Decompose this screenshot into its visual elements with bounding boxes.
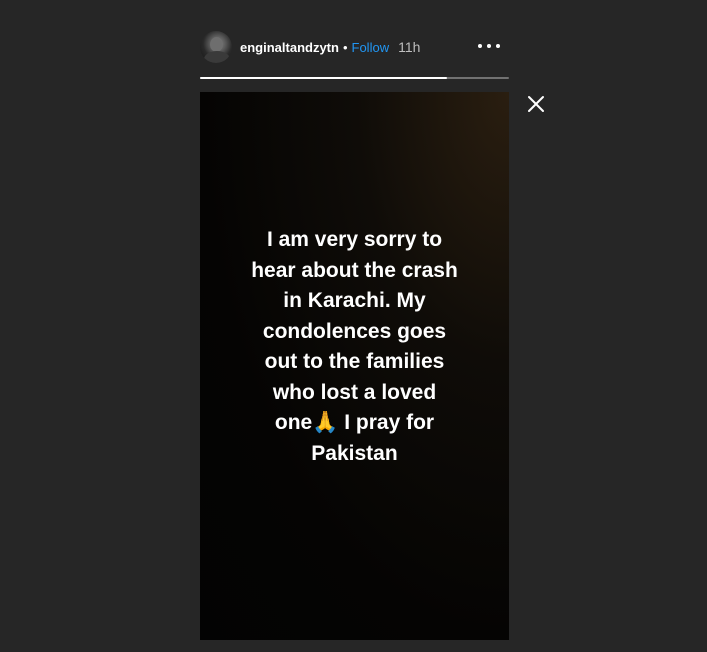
close-icon[interactable] xyxy=(527,95,545,113)
username-link[interactable]: enginaltandzytn xyxy=(240,40,339,55)
story-text: I am very sorry to hear about the crash … xyxy=(251,228,458,465)
more-dot xyxy=(487,44,491,48)
follow-button[interactable]: Follow xyxy=(352,40,390,55)
story-header: enginaltandzytn • Follow 11h xyxy=(200,30,510,64)
story-progress-fill xyxy=(200,77,448,79)
story-media[interactable]: I am very sorry to hear about the crash … xyxy=(200,92,509,640)
more-options-icon[interactable] xyxy=(478,38,500,54)
story-progress-bar xyxy=(200,77,509,79)
more-dot xyxy=(478,44,482,48)
post-time: 11h xyxy=(398,39,421,55)
more-dot xyxy=(496,44,500,48)
separator-dot: • xyxy=(342,39,348,55)
avatar[interactable] xyxy=(200,31,232,63)
